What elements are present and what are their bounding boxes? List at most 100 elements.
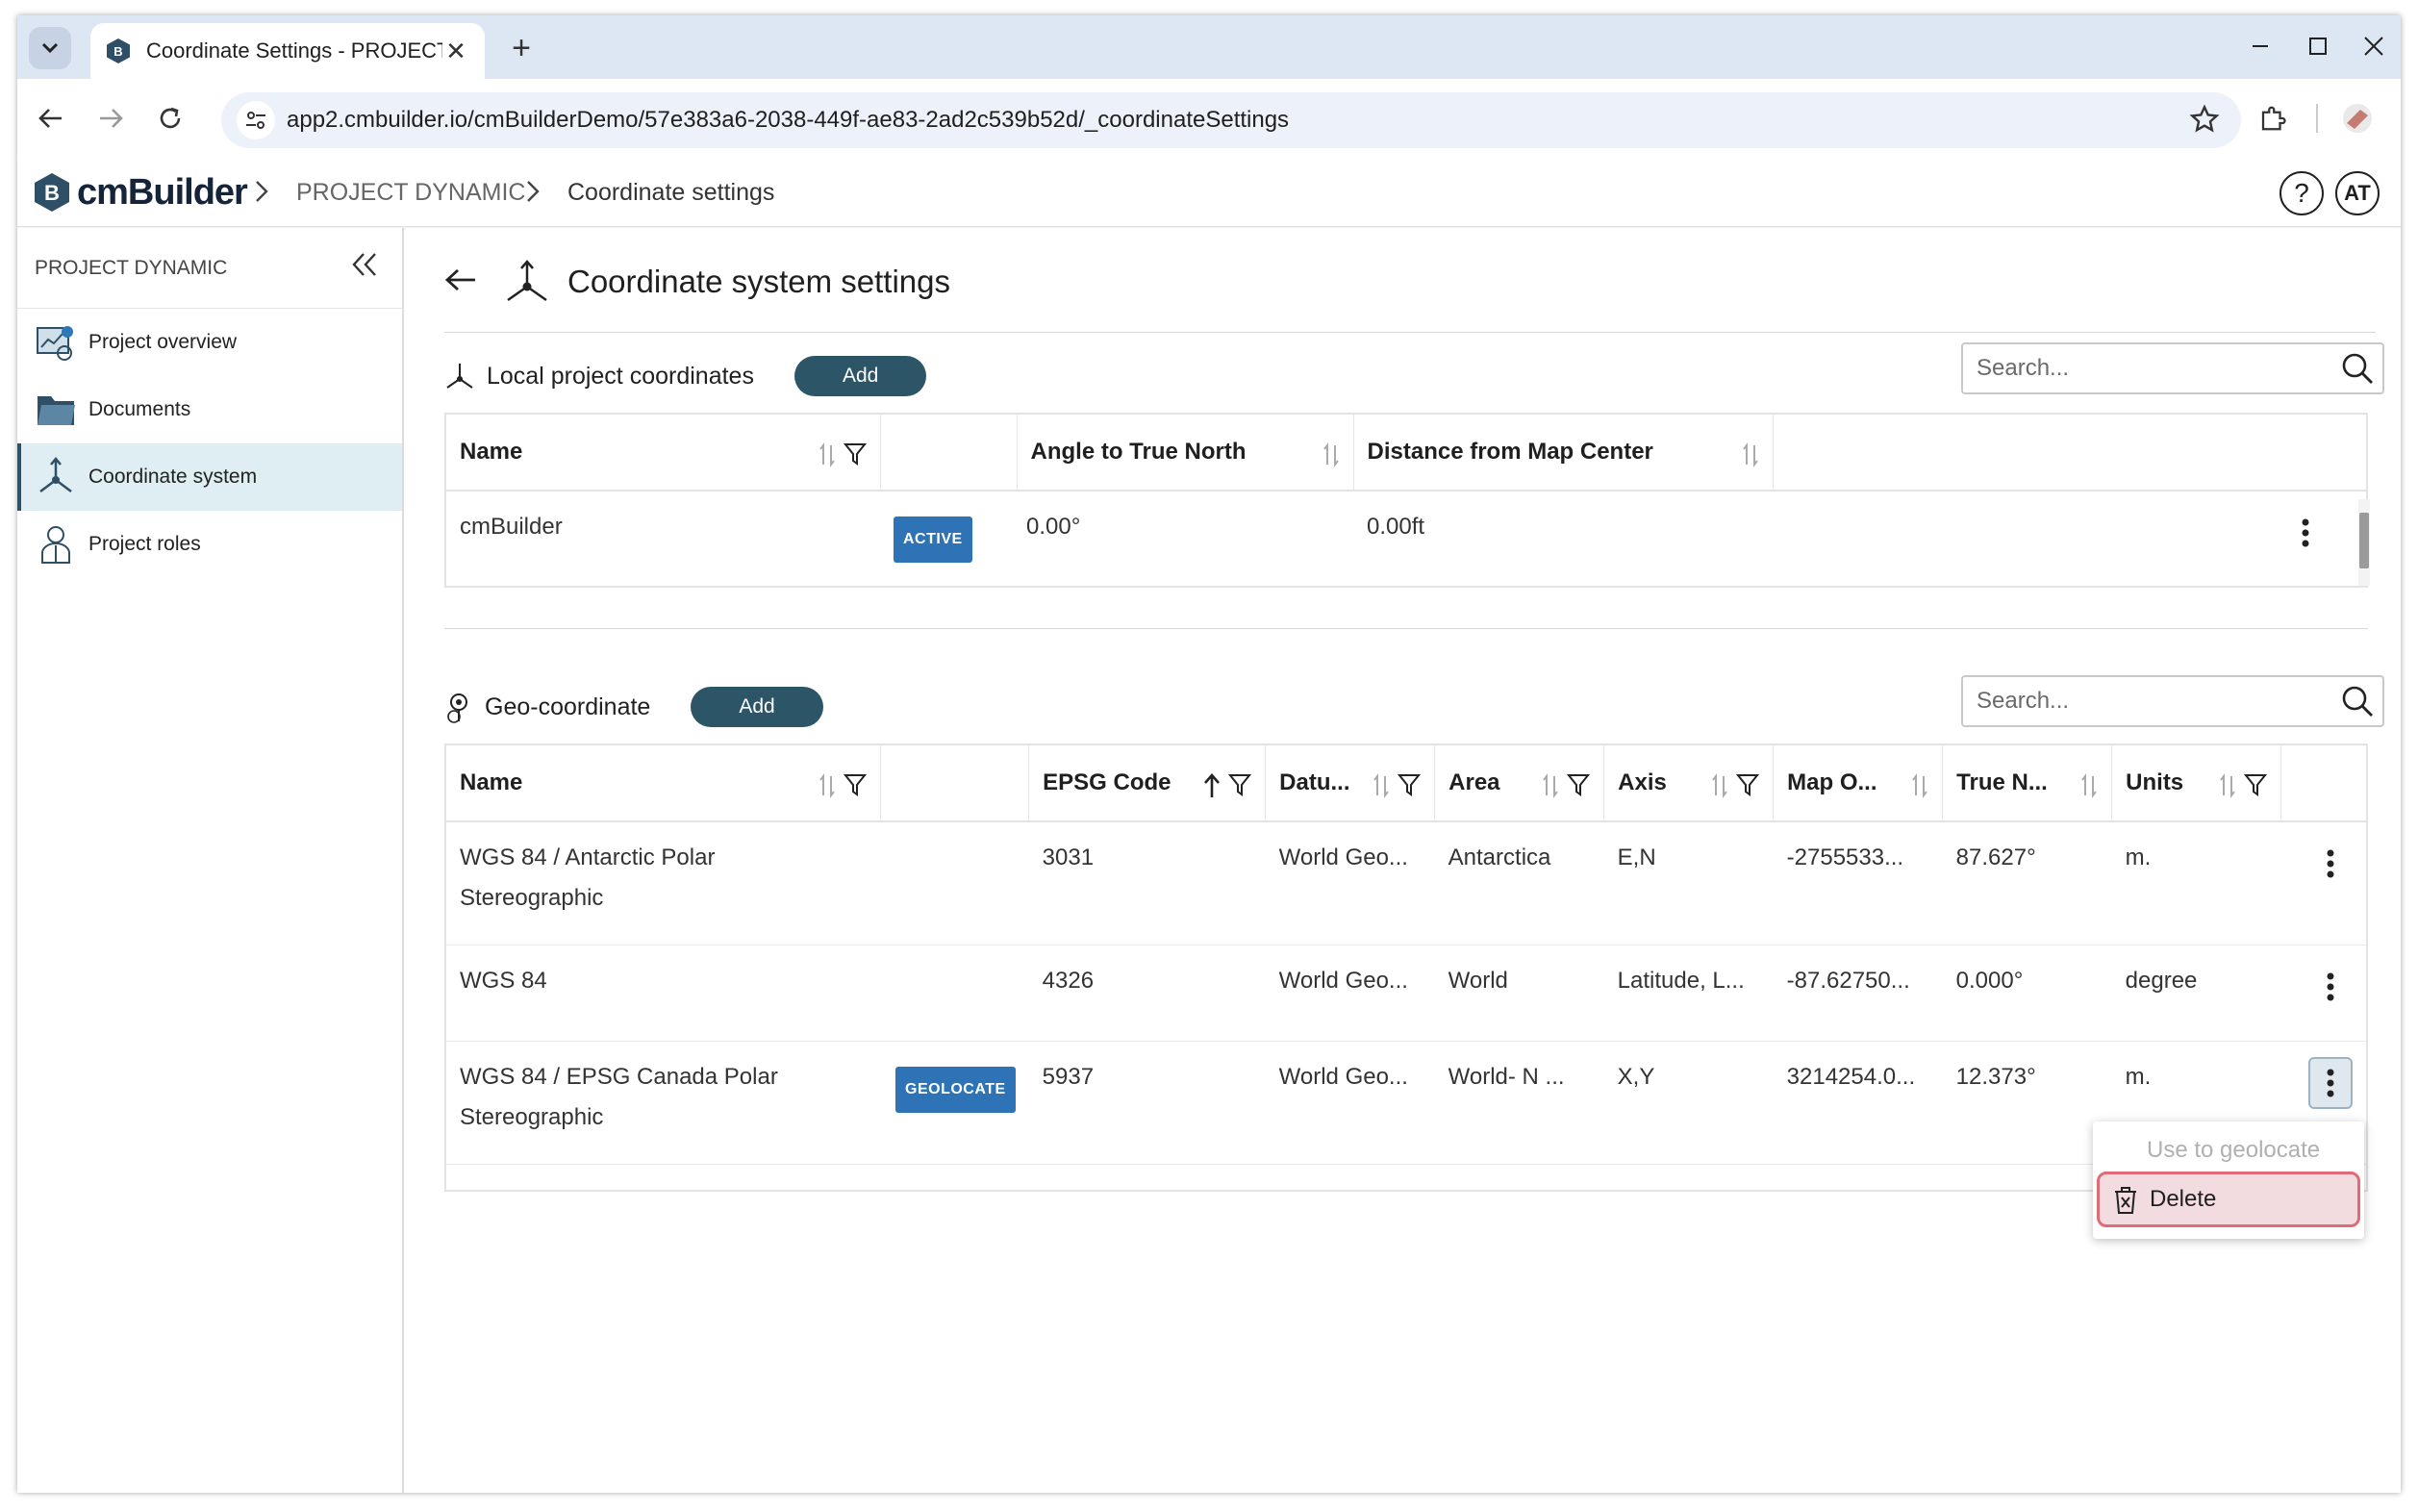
back-button[interactable] <box>29 96 73 140</box>
cell-name: WGS 84 <box>445 945 880 1042</box>
sidebar-item-project-overview[interactable]: Project overview <box>17 309 402 376</box>
extensions-button[interactable] <box>2251 96 2295 140</box>
search-icon[interactable] <box>2332 684 2382 718</box>
column-header-true-north[interactable]: True N... <box>1942 744 2113 822</box>
minimize-button[interactable] <box>2231 25 2289 67</box>
tab-search-button[interactable] <box>29 27 71 69</box>
table-row[interactable]: cmBuilder ACTIVE 0.00° 0.00ft <box>445 491 2367 588</box>
chevron-down-icon <box>41 42 59 54</box>
back-button[interactable] <box>444 267 477 297</box>
browser-tab[interactable]: B Coordinate Settings - PROJECT ✕ <box>90 23 485 79</box>
table-header-row: Name EPSG Code Datu... Area Axis Map O..… <box>445 744 2367 822</box>
chevron-right-icon <box>256 181 268 202</box>
sort-icon[interactable] <box>819 441 836 468</box>
sort-icon[interactable] <box>1373 772 1390 799</box>
sidebar-item-project-roles[interactable]: Project roles <box>17 511 402 578</box>
user-avatar[interactable]: AT <box>2335 171 2380 215</box>
sort-icon[interactable] <box>1542 772 1559 799</box>
sidebar: PROJECT DYNAMIC Project overview Documen… <box>17 228 404 1493</box>
menu-item-delete[interactable]: Delete <box>2097 1172 2360 1227</box>
table-row[interactable]: WGS 84 / Antarctic Polar Stereographic 3… <box>445 821 2367 945</box>
geo-coordinates-table: Name EPSG Code Datu... Area Axis Map O..… <box>444 743 2368 1192</box>
sort-ascending-icon[interactable] <box>1203 772 1221 799</box>
site-info-button[interactable] <box>237 101 275 139</box>
cell-true-north: 87.627° <box>1942 821 2112 945</box>
menu-item-label: Delete <box>2150 1186 2217 1212</box>
more-vertical-icon <box>2327 1069 2334 1096</box>
sort-icon[interactable] <box>2080 772 2098 799</box>
filter-icon[interactable] <box>2244 772 2268 797</box>
column-header-epsg[interactable]: EPSG Code <box>1028 744 1267 822</box>
double-chevron-left-icon <box>352 253 376 276</box>
filter-icon[interactable] <box>843 441 867 466</box>
profile-button[interactable] <box>2335 96 2380 140</box>
sidebar-item-label: Project overview <box>88 331 238 353</box>
help-icon: ? <box>2294 178 2309 208</box>
cell-actions <box>1773 491 2367 588</box>
cell-status <box>880 945 1029 1042</box>
filter-icon[interactable] <box>1228 772 1252 797</box>
column-header-distance[interactable]: Distance from Map Center <box>1353 414 1774 491</box>
app-header: B cmBuilder PROJECT DYNAMIC Coordinate s… <box>17 158 2401 227</box>
collapse-sidebar-button[interactable] <box>350 251 379 284</box>
row-menu-button[interactable] <box>2308 838 2353 890</box>
forward-button[interactable] <box>88 96 133 140</box>
sort-icon[interactable] <box>819 772 836 799</box>
cell-status: GEOLOCATE <box>880 1041 1029 1165</box>
add-geo-coordinate-button[interactable]: Add <box>691 687 823 727</box>
main-content: Coordinate system settings Local project… <box>406 228 2401 1493</box>
sort-icon[interactable] <box>2219 772 2236 799</box>
sidebar-item-coordinate-system[interactable]: Coordinate system <box>17 443 402 511</box>
filter-icon[interactable] <box>843 772 867 797</box>
sort-icon[interactable] <box>1322 441 1340 468</box>
sidebar-item-label: Documents <box>88 398 191 420</box>
maximize-button[interactable] <box>2289 25 2347 67</box>
column-header-axis[interactable]: Axis <box>1603 744 1775 822</box>
geo-search-field[interactable] <box>1961 675 2384 727</box>
row-menu-button[interactable] <box>2283 507 2328 559</box>
filter-icon[interactable] <box>1736 772 1760 797</box>
sort-icon[interactable] <box>1711 772 1728 799</box>
cell-area: World- N ... <box>1434 1041 1604 1165</box>
filter-icon[interactable] <box>1567 772 1591 797</box>
bookmark-star-icon[interactable] <box>2189 104 2220 139</box>
add-local-coordinate-button[interactable]: Add <box>793 356 927 396</box>
sort-icon[interactable] <box>1742 441 1759 468</box>
column-header-datum[interactable]: Datu... <box>1265 744 1436 822</box>
row-menu-button[interactable] <box>2308 961 2353 1013</box>
geo-search-input[interactable] <box>1977 688 2332 715</box>
cell-map-origin: -2755533... <box>1773 821 1943 945</box>
scrollbar-thumb[interactable] <box>2359 513 2369 568</box>
column-header-angle[interactable]: Angle to True North <box>1017 414 1354 491</box>
reload-button[interactable] <box>148 96 192 140</box>
column-header-map-origin[interactable]: Map O... <box>1773 744 1944 822</box>
sort-icon[interactable] <box>1911 772 1928 799</box>
cell-name: WGS 84 / EPSG Canada Polar Stereographic <box>445 1041 880 1165</box>
table-spacer-row <box>445 1164 2367 1191</box>
local-search-field[interactable] <box>1961 342 2384 394</box>
address-bar[interactable]: app2.cmbuilder.io/cmBuilderDemo/57e383a6… <box>221 92 2241 148</box>
breadcrumb-project[interactable]: PROJECT DYNAMIC <box>296 179 525 207</box>
column-header-units[interactable]: Units <box>2111 744 2282 822</box>
cell-datum: World Geo... <box>1265 1041 1435 1165</box>
column-header-name[interactable]: Name <box>445 744 881 822</box>
search-icon[interactable] <box>2332 351 2382 386</box>
sidebar-item-documents[interactable]: Documents <box>17 376 402 443</box>
cell-area: Antarctica <box>1434 821 1604 945</box>
cell-map-origin: 3214254.0... <box>1773 1041 1943 1165</box>
browser-window: B Coordinate Settings - PROJECT ✕ + app2… <box>17 15 2401 1493</box>
column-header-area[interactable]: Area <box>1434 744 1605 822</box>
local-search-input[interactable] <box>1977 355 2332 382</box>
column-header-name[interactable]: Name <box>445 414 881 491</box>
row-menu-button-open[interactable] <box>2308 1056 2353 1109</box>
menu-item-use-to-geolocate[interactable]: Use to geolocate <box>2093 1131 2364 1170</box>
local-table-scrollbar[interactable] <box>2358 499 2370 586</box>
window-close-button[interactable] <box>2345 25 2401 67</box>
help-button[interactable]: ? <box>2279 171 2324 215</box>
table-row[interactable]: WGS 84 / EPSG Canada Polar Stereographic… <box>445 1041 2367 1165</box>
table-row[interactable]: WGS 84 4326 World Geo... World Latitude,… <box>445 945 2367 1042</box>
cmbuilder-logo[interactable]: B cmBuilder <box>33 171 248 214</box>
filter-icon[interactable] <box>1398 772 1422 797</box>
new-tab-button[interactable]: + <box>502 29 541 67</box>
tab-close-icon[interactable]: ✕ <box>442 37 469 66</box>
